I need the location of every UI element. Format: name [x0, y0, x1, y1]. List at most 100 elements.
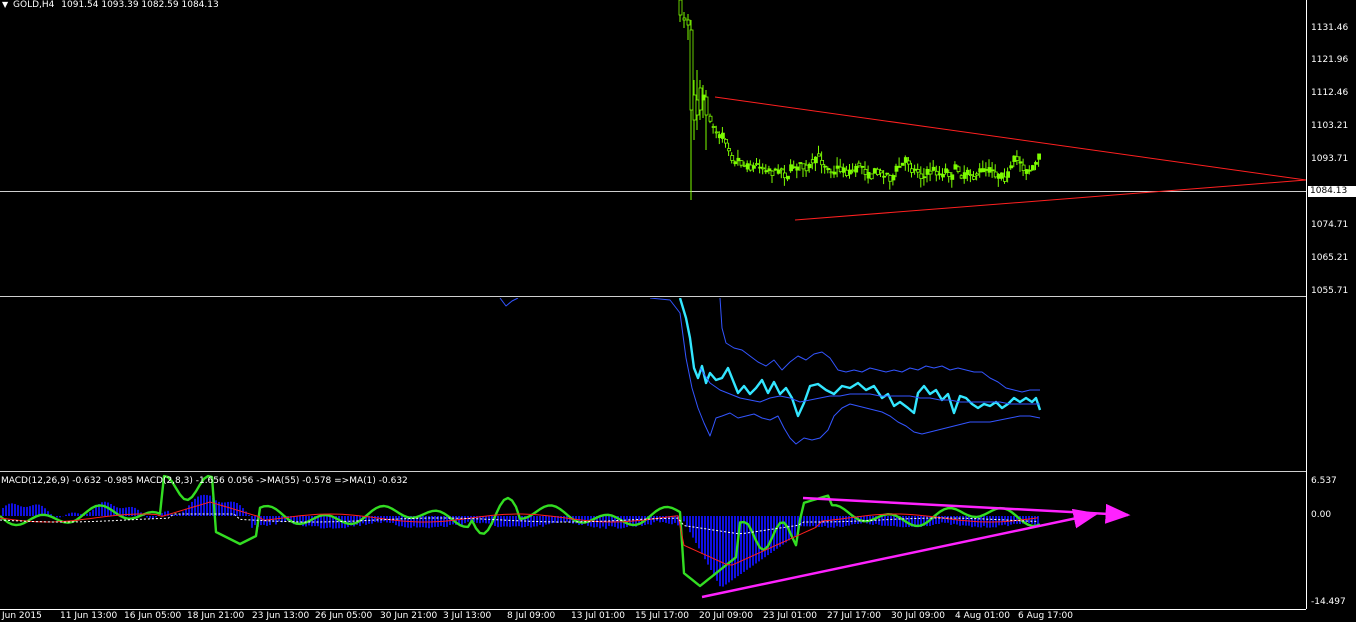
time-label: 4 Aug 01:00 — [955, 611, 1010, 621]
macd-histogram-bar — [206, 495, 208, 516]
candle-body — [994, 172, 997, 177]
macd-histogram-bar — [464, 516, 466, 523]
macd-histogram-bar — [8, 504, 10, 516]
macd-histogram-bar — [248, 515, 250, 516]
candle-body — [830, 172, 833, 173]
candle-body — [926, 169, 929, 174]
price-label: 1074.71 — [1311, 220, 1348, 230]
time-label: 18 Jun 21:00 — [187, 611, 244, 621]
macd-histogram-bar — [674, 516, 676, 523]
macd-histogram-bar — [689, 516, 691, 532]
candle-body — [718, 135, 721, 138]
macd-histogram-bar — [710, 516, 712, 570]
candle-body — [948, 173, 951, 177]
macd-histogram-bar — [893, 516, 895, 526]
macd-histogram-bar — [146, 516, 148, 517]
candle-body — [709, 116, 712, 121]
candle-body — [907, 161, 910, 164]
candle-body — [1010, 166, 1013, 168]
macd-header: MACD(12,26,9) -0.632 -0.985 MACD(2,8,3) … — [1, 476, 408, 486]
candle-body — [780, 169, 783, 170]
macd-histogram-bar — [65, 515, 67, 516]
macd-histogram-bar — [881, 516, 883, 526]
macd-histogram-bar — [866, 516, 868, 523]
macd-histogram-bar — [731, 516, 733, 580]
price-label: 1093.71 — [1311, 154, 1348, 164]
collapse-triangle-icon[interactable]: ▼ — [2, 0, 8, 9]
candle-body — [1004, 177, 1007, 181]
candle-body — [1035, 162, 1038, 164]
macd-histogram-bar — [497, 516, 499, 527]
candle-body — [951, 175, 954, 180]
time-label: 13 Jul 01:00 — [571, 611, 625, 621]
candle-body — [687, 20, 690, 25]
price-chart-canvas[interactable] — [0, 0, 1306, 296]
macd-histogram-bar — [683, 516, 685, 521]
macd-histogram-bar — [815, 516, 817, 527]
macd-histogram-bar — [137, 510, 139, 516]
macd-histogram-bar — [563, 516, 565, 522]
macd-histogram-bar — [251, 516, 253, 528]
candle-body — [1028, 170, 1031, 171]
upper-arrow — [803, 498, 1128, 515]
macd-histogram-bar — [68, 513, 70, 516]
candle-body — [749, 165, 752, 170]
candle-body — [762, 168, 765, 169]
candle-body — [870, 174, 873, 179]
candle-body — [861, 166, 864, 167]
time-label: 16 Jun 05:00 — [124, 611, 181, 621]
time-label: 6 Aug 17:00 — [1018, 611, 1073, 621]
macd-histogram-bar — [77, 513, 79, 516]
macd-histogram-bar — [200, 495, 202, 516]
time-axis[interactable]: Jun 2015 11 Jun 13:00 16 Jun 05:00 18 Ju… — [0, 609, 1306, 622]
macd-histogram-bar — [944, 516, 946, 523]
oscillator-pane[interactable] — [0, 298, 1306, 470]
candle-body — [693, 95, 696, 120]
candle-body — [821, 160, 824, 164]
macd-histogram-bar — [29, 506, 31, 516]
macd-histogram-bar — [941, 516, 943, 522]
macd-histogram-bar — [836, 516, 838, 526]
candle-body — [895, 166, 898, 171]
macd-canvas[interactable] — [0, 474, 1306, 609]
price-axis[interactable]: 1131.46 1121.96 1112.46 1103.21 1093.71 … — [1306, 0, 1356, 609]
candle-body — [842, 168, 845, 172]
candle-body — [991, 170, 994, 171]
macd-histogram-bar — [11, 503, 13, 516]
candle-body — [721, 133, 724, 138]
candle-body — [935, 171, 938, 175]
macd-histogram-bar — [86, 514, 88, 516]
macd-histogram-bar — [806, 516, 808, 526]
time-label: Jun 2015 — [2, 611, 42, 621]
candle-body — [705, 97, 708, 115]
macd-histogram-bar — [275, 516, 277, 525]
ohlc-values: 1091.54 1093.39 1082.59 1084.13 — [61, 0, 218, 10]
pane-separator-2[interactable] — [0, 471, 1306, 472]
current-price-label: 1084.13 — [1308, 186, 1356, 197]
macd-histogram-bar — [500, 516, 502, 527]
macd-histogram-bar — [32, 505, 34, 516]
candle-body — [759, 167, 762, 168]
macd-histogram-bar — [23, 507, 25, 516]
pane-separator-1[interactable] — [0, 296, 1306, 297]
macd-pane[interactable]: MACD(12,26,9) -0.632 -0.985 MACD(2,8,3) … — [0, 474, 1306, 609]
macd-histogram-bar — [908, 516, 910, 527]
price-chart-pane[interactable]: ▼ GOLD,H4 1091.54 1093.39 1082.59 1084.1… — [0, 0, 1306, 296]
macd-histogram-bar — [5, 505, 7, 516]
oscillator-canvas[interactable] — [0, 298, 1306, 470]
macd-histogram-bar — [17, 505, 19, 516]
macd-histogram-bar — [950, 516, 952, 525]
macd-histogram-bar — [734, 516, 736, 578]
price-label: 1121.96 — [1311, 55, 1348, 65]
candle-body — [1031, 165, 1034, 170]
macd-histogram-bar — [785, 516, 787, 543]
time-label: 30 Jun 21:00 — [380, 611, 437, 621]
candle-body — [997, 174, 1000, 178]
candle-body — [1019, 162, 1022, 163]
macd-histogram-bar — [14, 504, 16, 516]
macd-histogram-bar — [530, 516, 532, 527]
candle-body — [756, 164, 759, 165]
oscillator-main-line — [680, 298, 1040, 416]
candle-body — [728, 149, 731, 151]
macd-histogram-bar — [92, 510, 94, 516]
